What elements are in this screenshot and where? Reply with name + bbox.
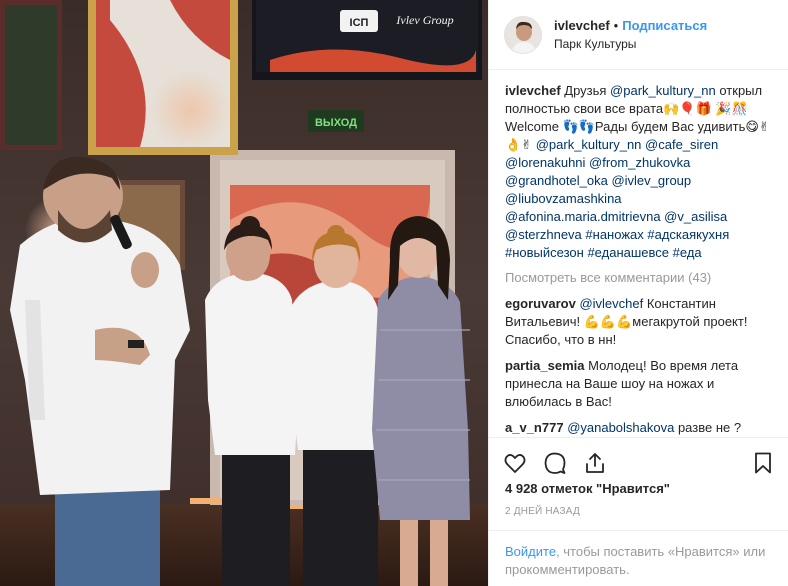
location-link[interactable]: Парк Культуры (554, 37, 707, 51)
action-bar (489, 437, 788, 479)
caption-hashtag[interactable]: #наножах (585, 227, 643, 242)
exit-sign: ВЫХОД (315, 117, 357, 129)
caption-mention[interactable]: @v_asilisa (664, 209, 727, 224)
save-button[interactable] (749, 449, 777, 477)
post-caption: ivlevchef Друзья @park_kultury_nn открыл… (505, 82, 773, 262)
post-details-panel: ivlevchef • Подписаться Парк Культуры iv… (488, 0, 788, 586)
caption-hashtag[interactable]: #еданашевсе (587, 245, 669, 260)
caption-mention[interactable]: @park_kultury_nn (536, 137, 642, 152)
caption-hashtag[interactable]: #адскаякухня (647, 227, 729, 242)
login-link[interactable]: Войдите (505, 544, 556, 559)
header-username[interactable]: ivlevchef (554, 18, 610, 33)
caption-hashtag[interactable]: #еда (673, 245, 702, 260)
comment-username[interactable]: egoruvarov (505, 296, 576, 311)
comment-mention[interactable]: @ivlevchef (579, 296, 643, 311)
comments-section: ivlevchef Друзья @park_kultury_nn открыл… (489, 72, 788, 437)
comment-username[interactable]: partia_semia (505, 358, 585, 373)
caption-text: Друзья (560, 83, 611, 98)
post-photo[interactable]: ICП Ivlev Group ВЫХОД (0, 0, 488, 586)
bookmark-icon (755, 452, 771, 473)
caption-mention[interactable]: @afonina.maria.dmitrievna (505, 209, 661, 224)
caption-mention[interactable]: @park_kultury_nn (610, 83, 716, 98)
view-all-comments-link[interactable]: Посмотреть все комментарии (43) (505, 270, 773, 285)
caption-mention[interactable]: @cafe_siren (645, 137, 718, 152)
share-button[interactable] (581, 449, 609, 477)
caption-mention[interactable]: @liubovzamashkina (505, 191, 622, 206)
comment-icon (544, 452, 566, 474)
comment-item: egoruvarov @ivlevchef Константин Виталье… (505, 295, 773, 349)
post-header: ivlevchef • Подписаться Парк Культуры (489, 0, 788, 70)
caption-mention[interactable]: @sterzhneva (505, 227, 582, 242)
share-icon (586, 452, 604, 473)
login-prompt: Войдите, чтобы поставить «Нравится» или … (489, 530, 788, 586)
comment-item: a_v_n777 @yanabolshakova разве не ? (505, 419, 773, 437)
avatar-image (505, 16, 541, 53)
like-button[interactable] (501, 449, 529, 477)
caption-mention[interactable]: @ivlev_group (611, 173, 691, 188)
avatar[interactable] (504, 15, 542, 54)
caption-mention[interactable]: @grandhotel_oka (505, 173, 608, 188)
screen-text: Ivlev Group (395, 13, 453, 27)
comment-button[interactable] (541, 449, 569, 477)
comment-text: разве не ? (674, 420, 742, 435)
photo-illustration: ICП Ivlev Group ВЫХОД (0, 0, 488, 586)
caption-mention[interactable]: @lorenakuhni (505, 155, 585, 170)
heart-icon (504, 453, 526, 473)
comment-mention[interactable]: @yanabolshakova (567, 420, 674, 435)
post-timestamp: 2 ДНЕЙ НАЗАД (505, 506, 580, 517)
follow-button[interactable]: Подписаться (622, 18, 707, 33)
likes-count[interactable]: 4 928 отметок "Нравится" (505, 481, 670, 496)
separator-dot: • (613, 18, 619, 33)
caption-hashtag[interactable]: #новыйсезон (505, 245, 584, 260)
caption-mention[interactable]: @from_zhukovka (589, 155, 690, 170)
caption-username[interactable]: ivlevchef (505, 83, 561, 98)
comment-item: partia_semia Молодец! Во время лета прин… (505, 357, 773, 411)
screen-logo: ICП (350, 17, 369, 29)
comment-username[interactable]: a_v_n777 (505, 420, 564, 435)
